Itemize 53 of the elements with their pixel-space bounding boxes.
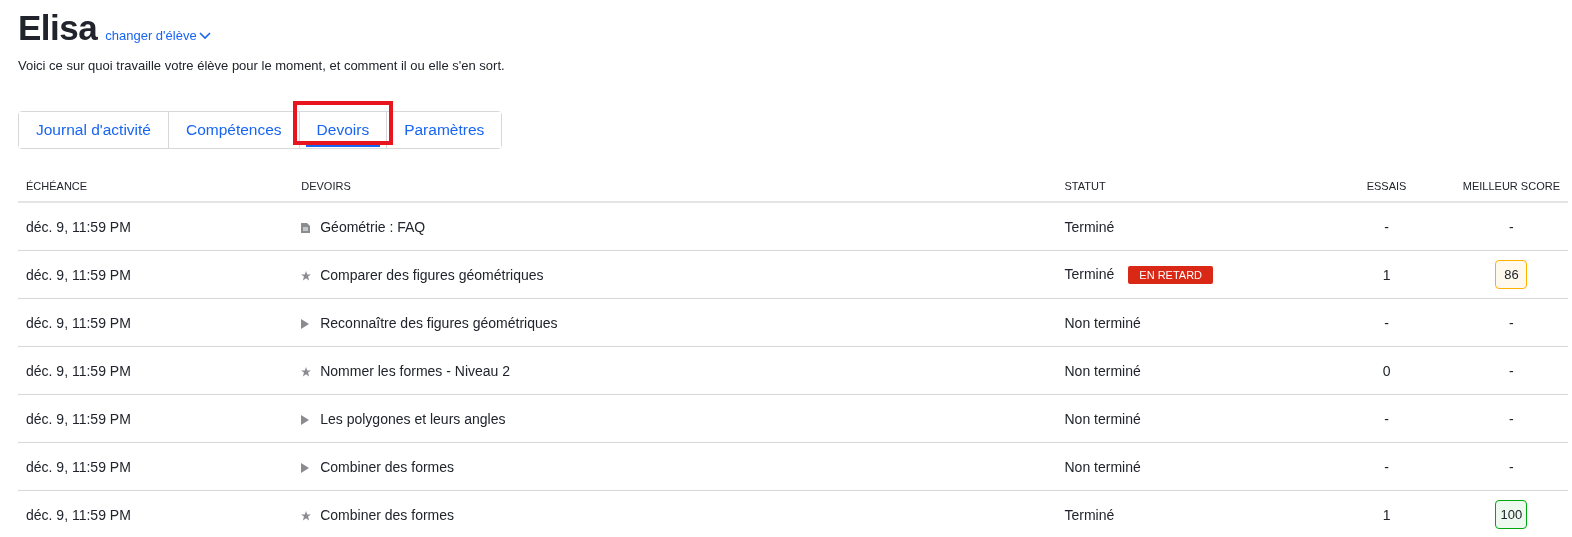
star-icon	[301, 510, 312, 521]
status-text: Terminé	[1064, 506, 1115, 523]
score-text: -	[1509, 218, 1514, 235]
description-text: Voici ce sur quoi travaille votre élève pour le moment, et comment il ou elle s'en sort.	[18, 58, 506, 73]
due-date: déc. 9, 11:59 PM	[26, 458, 131, 475]
score-text: -	[1509, 458, 1514, 475]
column-header: DEVOIRS	[301, 180, 351, 192]
chevron-down-icon	[198, 31, 211, 40]
attempts-count: -	[1384, 218, 1389, 235]
assignment-link[interactable]: Géométrie : FAQ	[320, 218, 426, 235]
due-date: déc. 9, 11:59 PM	[26, 362, 131, 379]
assignment-link[interactable]: Combiner des formes	[320, 458, 455, 475]
due-date: déc. 9, 11:59 PM	[26, 314, 131, 331]
assignment-link[interactable]: Combiner des formes	[320, 506, 455, 523]
star-icon	[301, 270, 312, 281]
assignment-link[interactable]: Les polygones et leurs angles	[320, 410, 506, 427]
column-header: MEILLEUR SCORE	[1462, 180, 1560, 192]
column-header: ÉCHÉANCE	[26, 180, 88, 192]
attempts-count: 1	[1382, 266, 1391, 283]
document-icon	[301, 222, 311, 233]
tab[interactable]: Paramètres	[386, 112, 502, 148]
play-icon	[301, 414, 310, 425]
status-text: Non terminé	[1064, 410, 1141, 427]
late-badge: EN RETARD	[1128, 265, 1214, 284]
attempts-count: -	[1384, 458, 1389, 475]
play-icon	[301, 462, 310, 473]
due-date: déc. 9, 11:59 PM	[26, 266, 131, 283]
attempts-count: -	[1384, 314, 1389, 331]
status-text: Terminé	[1064, 265, 1115, 282]
status-text: Non terminé	[1064, 362, 1141, 379]
score-text: -	[1509, 314, 1514, 331]
due-date: déc. 9, 11:59 PM	[26, 410, 131, 427]
assignment-link[interactable]: Nommer les formes - Niveau 2	[320, 362, 511, 379]
status-text: Terminé	[1064, 218, 1115, 235]
column-header: STATUT	[1064, 180, 1106, 192]
attempts-count: 1	[1382, 506, 1391, 523]
due-date: déc. 9, 11:59 PM	[26, 506, 131, 523]
due-date: déc. 9, 11:59 PM	[26, 218, 131, 235]
attempts-count: 0	[1382, 362, 1391, 379]
score-text: -	[1509, 362, 1514, 379]
column-header: ESSAIS	[1366, 180, 1407, 192]
score-badge: 86	[1495, 260, 1528, 289]
score-badge: 100	[1495, 500, 1528, 529]
assignment-link[interactable]: Reconnaître des figures géométriques	[320, 314, 558, 331]
score-text: -	[1509, 410, 1514, 427]
assignment-link[interactable]: Comparer des figures géométriques	[320, 266, 544, 283]
status-text: Non terminé	[1064, 458, 1141, 475]
attempts-count: -	[1384, 410, 1389, 427]
status-text: Non terminé	[1064, 314, 1141, 331]
change-student-link[interactable]: changer d'élève	[105, 28, 211, 43]
play-icon	[301, 318, 310, 329]
student-name: Elisa	[18, 8, 98, 48]
star-icon	[301, 366, 312, 377]
